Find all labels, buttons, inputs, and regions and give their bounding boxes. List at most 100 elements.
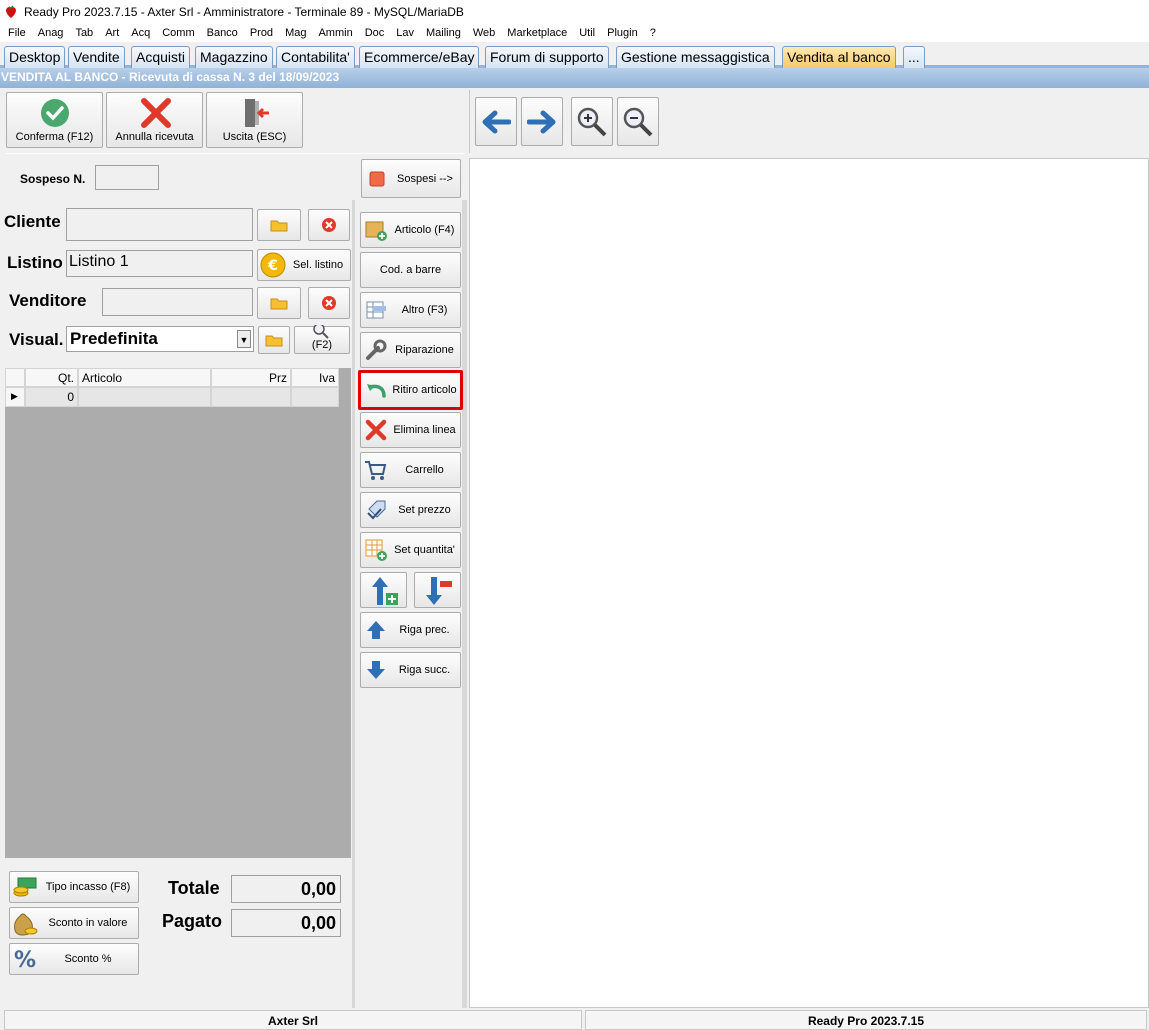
menu-mailing[interactable]: Mailing	[420, 27, 467, 39]
sconto-percent-button[interactable]: % Sconto %	[9, 943, 139, 975]
menu-util[interactable]: Util	[573, 27, 601, 39]
ritiro-articolo-button[interactable]: Ritiro articolo	[358, 370, 463, 410]
forward-button[interactable]	[521, 97, 563, 146]
elimina-linea-button[interactable]: Elimina linea	[360, 412, 461, 448]
confirm-label: Conferma (F12)	[15, 131, 94, 143]
set-prezzo-button[interactable]: Set prezzo	[360, 492, 461, 528]
grid-header-iva[interactable]: Iva	[291, 368, 339, 387]
menu-prod[interactable]: Prod	[244, 27, 279, 39]
grid-header-qt[interactable]: Qt.	[25, 368, 78, 387]
tipo-incasso-button[interactable]: Tipo incasso (F8)	[9, 871, 139, 903]
menu-file[interactable]: File	[2, 27, 32, 39]
sospeso-number-field[interactable]	[95, 165, 159, 190]
zoom-out-icon	[623, 107, 653, 137]
riga-prec-button[interactable]: Riga prec.	[360, 612, 461, 648]
row-indicator-icon: ▶	[5, 387, 25, 407]
sospesi-button[interactable]: Sospesi -->	[361, 159, 461, 198]
sconto-valore-label: Sconto in valore	[48, 917, 128, 929]
decrease-qty-button[interactable]	[414, 572, 461, 608]
menu-help[interactable]: ?	[644, 27, 662, 39]
confirm-button[interactable]: Conferma (F12)	[6, 92, 103, 148]
chevron-down-icon[interactable]: ▼	[237, 330, 251, 348]
altro-button[interactable]: Altro (F3)	[360, 292, 461, 328]
pagato-value[interactable]: 0,00	[231, 909, 341, 937]
menu-web[interactable]: Web	[467, 27, 501, 39]
sospesi-icon	[364, 166, 390, 192]
riga-succ-button[interactable]: Riga succ.	[360, 652, 461, 688]
visual-select-value: Predefinita	[70, 329, 158, 348]
sconto-valore-button[interactable]: Sconto in valore	[9, 907, 139, 939]
tab-desktop[interactable]: Desktop	[4, 46, 66, 68]
cliente-search-button[interactable]	[257, 209, 301, 241]
carrello-label: Carrello	[405, 464, 444, 476]
visual-select[interactable]: Predefinita ▼	[66, 326, 254, 352]
articolo-label: Articolo (F4)	[394, 224, 455, 236]
f2-label: (F2)	[311, 339, 333, 351]
set-quantita-button[interactable]: Set quantita'	[360, 532, 461, 568]
cart-icon	[363, 457, 389, 483]
tab-bar: Desktop Vendite Acquisti Magazzino Conta…	[0, 43, 1149, 68]
venditore-field[interactable]	[102, 288, 253, 316]
menu-plugin[interactable]: Plugin	[601, 27, 644, 39]
tab-ecommerce[interactable]: Ecommerce/eBay	[359, 46, 480, 68]
menu-tab[interactable]: Tab	[69, 27, 99, 39]
zoom-in-button[interactable]	[571, 97, 613, 146]
divider	[352, 200, 355, 1008]
tab-forum[interactable]: Forum di supporto	[485, 46, 609, 68]
tab-messaggistica[interactable]: Gestione messaggistica	[616, 46, 775, 68]
items-grid[interactable]	[5, 368, 351, 858]
riga-prec-label: Riga prec.	[399, 624, 450, 636]
menu-lav[interactable]: Lav	[390, 27, 420, 39]
visual-folder-button[interactable]	[258, 326, 290, 354]
tab-vendite[interactable]: Vendite	[68, 46, 125, 68]
increase-qty-button[interactable]	[360, 572, 407, 608]
back-button[interactable]	[475, 97, 517, 146]
exit-button[interactable]: Uscita (ESC)	[206, 92, 303, 148]
venditore-clear-button[interactable]	[308, 287, 350, 319]
tab-more[interactable]: ...	[903, 46, 925, 68]
visual-search-button[interactable]: (F2)	[294, 325, 350, 354]
zoom-out-button[interactable]	[617, 97, 659, 146]
table-row-qt[interactable]: 0	[25, 387, 78, 407]
cancel-receipt-button[interactable]: Annulla ricevuta	[106, 92, 203, 148]
table-row-articolo[interactable]	[78, 387, 211, 407]
menu-banco[interactable]: Banco	[201, 27, 244, 39]
arrow-up-icon	[363, 617, 389, 643]
sospeso-label: Sospeso N.	[20, 172, 86, 186]
listino-field[interactable]: Listino 1	[66, 250, 253, 277]
ritiro-articolo-label: Ritiro articolo	[392, 384, 457, 396]
table-row-prz[interactable]	[211, 387, 291, 407]
tab-contabilita[interactable]: Contabilita'	[276, 46, 355, 68]
percent-icon: %	[12, 946, 38, 972]
riparazione-button[interactable]: Riparazione	[360, 332, 461, 368]
cliente-clear-button[interactable]	[308, 209, 350, 241]
articolo-button[interactable]: Articolo (F4)	[360, 212, 461, 248]
grid-corner	[5, 368, 25, 387]
menu-anag[interactable]: Anag	[32, 27, 70, 39]
zoom-in-icon	[577, 107, 607, 137]
menu-marketplace[interactable]: Marketplace	[501, 27, 573, 39]
sconto-percent-label: Sconto %	[64, 953, 112, 965]
wrench-icon	[363, 337, 389, 363]
menu-comm[interactable]: Comm	[156, 27, 200, 39]
menu-acq[interactable]: Acq	[125, 27, 156, 39]
barcode-button[interactable]: Cod. a barre	[360, 252, 461, 288]
tab-magazzino[interactable]: Magazzino	[195, 46, 273, 68]
table-row-iva[interactable]	[291, 387, 339, 407]
venditore-search-button[interactable]	[257, 287, 301, 319]
carrello-button[interactable]: Carrello	[360, 452, 461, 488]
menu-ammin[interactable]: Ammin	[312, 27, 358, 39]
select-listino-button[interactable]: € Sel. listino	[257, 249, 351, 281]
menu-doc[interactable]: Doc	[359, 27, 391, 39]
venditore-label: Venditore	[9, 291, 87, 310]
svg-text:€: €	[267, 258, 278, 274]
cliente-field[interactable]	[66, 208, 253, 241]
grid-header-articolo[interactable]: Articolo	[78, 368, 211, 387]
grid-header-prz[interactable]: Prz	[211, 368, 291, 387]
folder-icon	[265, 335, 283, 347]
tab-acquisti[interactable]: Acquisti	[131, 46, 191, 68]
menu-mag[interactable]: Mag	[279, 27, 312, 39]
menu-art[interactable]: Art	[99, 27, 125, 39]
delete-circle-icon	[322, 296, 336, 310]
tab-vendita-al-banco[interactable]: Vendita al banco	[782, 46, 896, 68]
